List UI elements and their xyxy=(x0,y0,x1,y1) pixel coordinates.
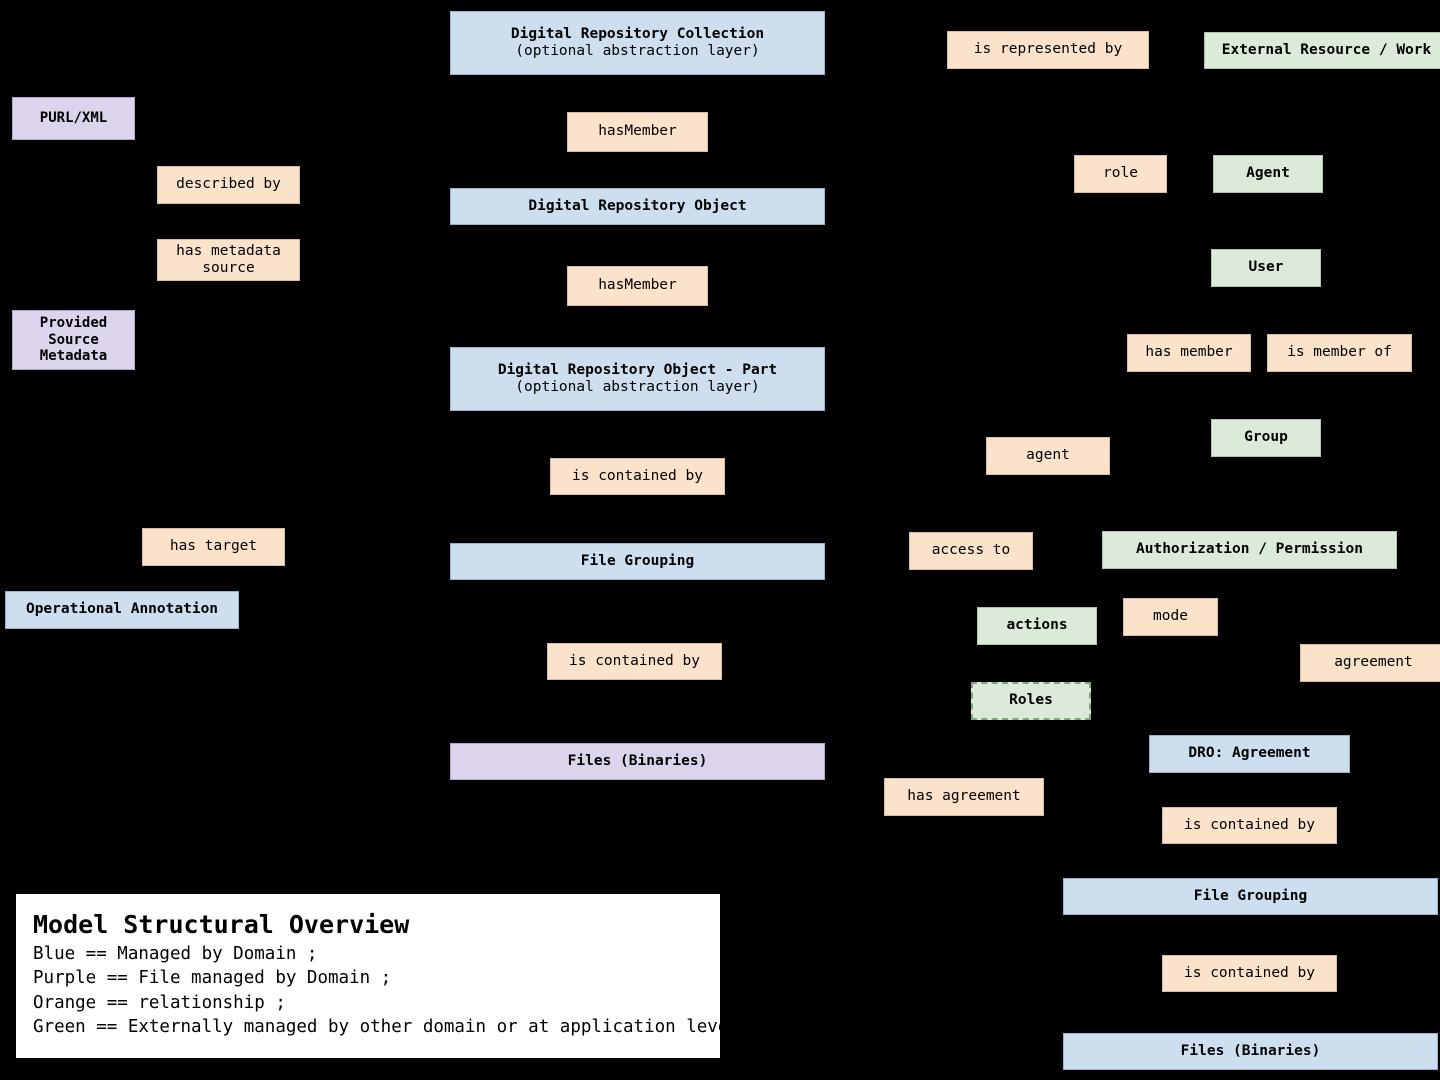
node-label: agreement xyxy=(1334,654,1413,671)
node-label: PURL/XML xyxy=(39,110,108,127)
node-label: Group xyxy=(1244,429,1288,446)
node-label: is represented by xyxy=(973,41,1123,58)
legend-title: Model Structural Overview xyxy=(33,910,410,939)
node-purl-xml[interactable]: PURL/XML xyxy=(12,97,135,140)
node-label: is contained by xyxy=(1184,816,1315,833)
node-label: is contained by xyxy=(1184,964,1315,981)
node-digital-repository-object[interactable]: Digital Repository Object xyxy=(450,188,825,225)
node-role[interactable]: role xyxy=(1074,155,1167,193)
node-provided-source-metadata[interactable]: Provided Source Metadata xyxy=(12,310,135,370)
node-label: Authorization / Permission xyxy=(1136,541,1363,558)
node-label: has target xyxy=(169,538,258,555)
node-user[interactable]: User xyxy=(1211,249,1321,287)
node-label: hasMember xyxy=(598,123,677,140)
node-label: File Grouping xyxy=(1193,887,1308,904)
node-label: hasMember xyxy=(598,277,677,294)
node-label: File Grouping xyxy=(580,552,695,569)
node-has-target[interactable]: has target xyxy=(142,528,285,566)
node-is-member-of[interactable]: is member of xyxy=(1267,334,1412,372)
node-label: DRO: Agreement xyxy=(1188,745,1311,762)
node-label: Files (Binaries) xyxy=(1180,1042,1321,1059)
node-is-contained-by-right-1[interactable]: is contained by xyxy=(1162,807,1337,844)
node-file-grouping-right[interactable]: File Grouping xyxy=(1063,878,1438,915)
legend-line-purple: Purple == File managed by Domain ; xyxy=(33,968,392,989)
node-label: Operational Annotation xyxy=(25,601,219,618)
node-files-binaries-right[interactable]: Files (Binaries) xyxy=(1063,1033,1438,1070)
node-has-member-right[interactable]: has member xyxy=(1127,334,1251,372)
node-operational-annotation[interactable]: Operational Annotation xyxy=(5,591,239,629)
node-label: agent xyxy=(1026,447,1070,464)
node-label: has member xyxy=(1145,344,1233,361)
node-is-represented-by[interactable]: is represented by xyxy=(947,31,1149,69)
node-label: External Resource / Work xyxy=(1221,41,1432,58)
node-label: mode xyxy=(1153,608,1188,625)
node-dro-agreement[interactable]: DRO: Agreement xyxy=(1149,735,1350,773)
legend-line-blue: Blue == Managed by Domain ; xyxy=(33,944,318,965)
node-label: Digital Repository Object xyxy=(528,197,747,214)
node-label: described by xyxy=(176,176,281,193)
node-digital-repository-collection[interactable]: Digital Repository Collection (optional … xyxy=(450,11,825,75)
node-files-binaries-center[interactable]: Files (Binaries) xyxy=(450,743,825,780)
legend-line-green: Green == Externally managed by other dom… xyxy=(33,1016,739,1037)
node-label: User xyxy=(1248,259,1284,276)
node-file-grouping-center[interactable]: File Grouping xyxy=(450,543,825,580)
legend-box: Model Structural Overview Blue == Manage… xyxy=(16,894,739,1058)
node-has-metadata-source[interactable]: has metadata source xyxy=(157,239,300,281)
node-is-contained-by-center-2[interactable]: is contained by xyxy=(547,643,722,680)
node-is-contained-by-center-1[interactable]: is contained by xyxy=(550,458,725,495)
node-external-resource-work[interactable]: External Resource / Work xyxy=(1204,32,1440,69)
node-label: Digital Repository Object - Part xyxy=(497,361,778,378)
node-group[interactable]: Group xyxy=(1211,419,1321,457)
node-has-member-1[interactable]: hasMember xyxy=(567,112,708,152)
node-label: is contained by xyxy=(572,467,703,484)
node-label: Provided Source Metadata xyxy=(39,315,108,365)
node-label: Agent xyxy=(1246,165,1290,182)
node-label: actions xyxy=(1006,617,1068,634)
node-authorization-permission[interactable]: Authorization / Permission xyxy=(1102,531,1397,569)
node-is-contained-by-right-2[interactable]: is contained by xyxy=(1162,955,1337,992)
node-label: access to xyxy=(931,542,1011,559)
node-mode[interactable]: mode xyxy=(1123,598,1218,636)
node-has-member-2[interactable]: hasMember xyxy=(567,266,708,306)
node-label: role xyxy=(1103,165,1138,182)
node-label: has metadata source xyxy=(176,242,281,276)
node-access-to[interactable]: access to xyxy=(909,532,1033,570)
node-agreement[interactable]: agreement xyxy=(1300,644,1440,682)
node-digital-repository-object-part[interactable]: Digital Repository Object - Part (option… xyxy=(450,347,825,411)
node-agent-entity[interactable]: Agent xyxy=(1213,155,1323,193)
node-actions[interactable]: actions xyxy=(977,607,1097,645)
diagram-canvas: PURL/XML described by has metadata sourc… xyxy=(0,0,1440,1080)
node-label: Roles xyxy=(1009,692,1053,709)
node-label: is contained by xyxy=(569,652,700,669)
node-sublabel: (optional abstraction layer) xyxy=(515,43,760,59)
node-label: has agreement xyxy=(907,788,1021,805)
node-roles[interactable]: Roles xyxy=(971,682,1091,720)
node-has-agreement[interactable]: has agreement xyxy=(884,778,1044,816)
node-sublabel: (optional abstraction layer) xyxy=(515,379,760,395)
node-label: is member of xyxy=(1287,344,1392,361)
node-described-by[interactable]: described by xyxy=(157,166,300,204)
node-label: Digital Repository Collection xyxy=(510,25,765,42)
legend-line-orange: Orange == relationship ; xyxy=(33,992,286,1013)
node-label: Files (Binaries) xyxy=(567,752,708,769)
node-agent-relationship[interactable]: agent xyxy=(986,437,1110,475)
